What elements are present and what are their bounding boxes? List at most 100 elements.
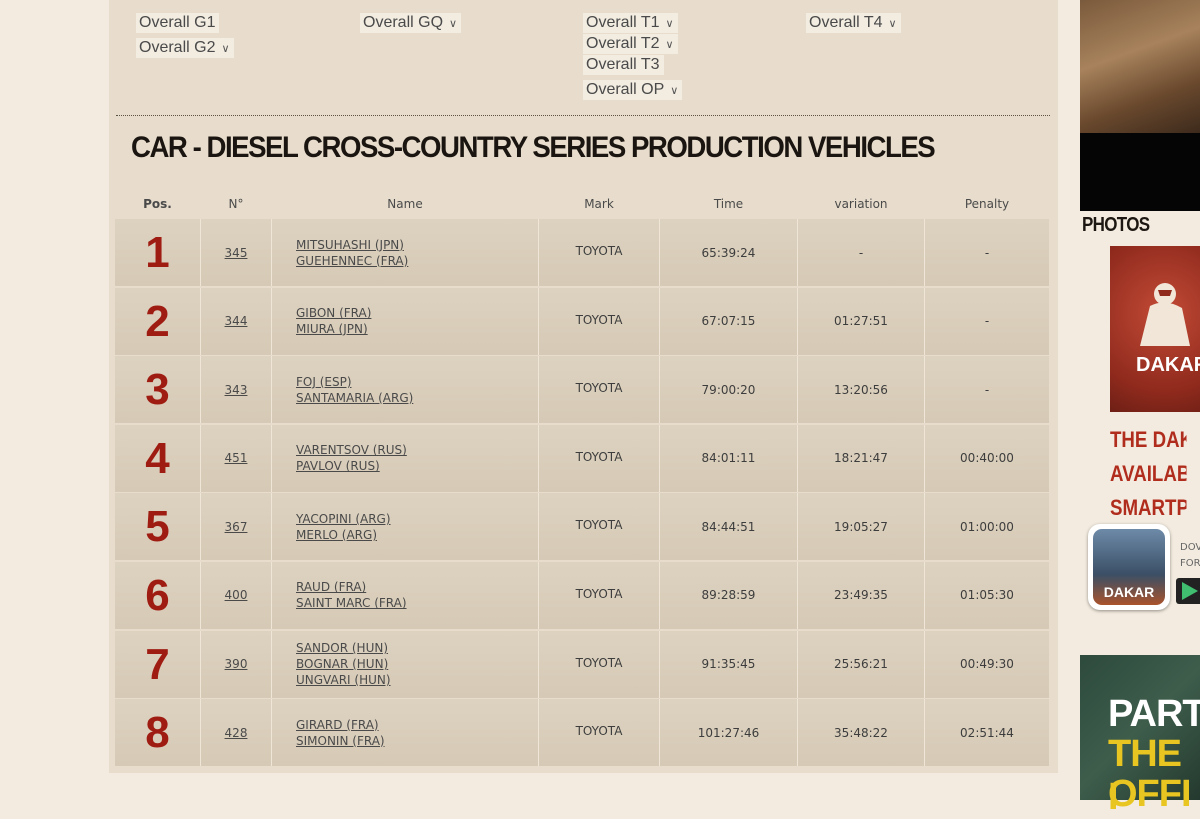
penalty-cell: 01:00:00 <box>925 493 1049 560</box>
vehicle-number-link[interactable]: 428 <box>225 726 248 740</box>
category-dropdown[interactable]: Overall G2 ∨ <box>136 38 234 58</box>
download-line: FOR <box>1180 558 1200 569</box>
vehicle-number-link[interactable]: 344 <box>225 314 248 328</box>
chevron-down-icon: ∨ <box>665 39 674 51</box>
crew-member-link[interactable]: UNGVARI (HUN) <box>296 672 534 688</box>
mark-cell: TOYOTA <box>539 699 660 767</box>
penalty-cell: 01:05:30 <box>925 562 1049 629</box>
mark-cell: TOYOTA <box>539 493 660 561</box>
crew-cell: SANDOR (HUN) BOGNAR (HUN) UNGVARI (HUN) <box>272 630 539 698</box>
crew-member-link[interactable]: SIMONIN (FRA) <box>296 733 534 749</box>
vehicle-number-link[interactable]: 345 <box>225 246 248 260</box>
col-mark: Mark <box>584 197 614 211</box>
sidebar: PHOTOS DAKAR THE DAKA AVAILABL SMARTPH D… <box>1080 0 1200 818</box>
position-cell: 3 <box>115 356 201 424</box>
promo-line: AVAILABL <box>1110 461 1187 486</box>
crew-member-link[interactable]: GIBON (FRA) <box>296 305 534 321</box>
crew-member-link[interactable]: SAINT MARC (FRA) <box>296 595 534 611</box>
col-pos: Pos. <box>143 197 172 211</box>
crew-member-link[interactable]: RAUD (FRA) <box>296 579 534 595</box>
crew-member-link[interactable]: MERLO (ARG) <box>296 527 534 543</box>
variation-cell-value: 25:56:21 <box>834 657 888 672</box>
vehicle-number-link[interactable]: 390 <box>225 657 248 671</box>
app-promo-text[interactable]: THE DAKA AVAILABL SMARTPH <box>1110 423 1187 525</box>
promo-line: SMARTPH <box>1110 495 1187 520</box>
vehicle-number-link[interactable]: 451 <box>225 451 248 465</box>
position-cell: 2 <box>115 287 201 355</box>
mark-cell-value: TOYOTA <box>575 381 623 396</box>
dakar-app-icon[interactable]: DAKAR <box>1088 524 1170 610</box>
advertisement-banner[interactable]: PART THE I OFFI <box>1080 655 1200 818</box>
crew-member-link[interactable]: FOJ (ESP) <box>296 374 534 390</box>
position-cell: 5 <box>115 493 201 561</box>
crew-member-link[interactable]: VARENTSOV (RUS) <box>296 442 534 458</box>
mark-cell-value: TOYOTA <box>575 518 623 533</box>
time-cell: 67:07:15 <box>660 287 798 355</box>
mark-cell: TOYOTA <box>539 287 660 355</box>
time-cell-value: 67:07:15 <box>701 314 756 329</box>
vehicle-number-link[interactable]: 343 <box>225 383 248 397</box>
video-player[interactable] <box>1080 133 1200 211</box>
table-row: 2 344 GIBON (FRA) MIURA (JPN) TOYOTA 67:07:15… <box>115 287 1049 355</box>
variation-cell-value: 01:27:51 <box>834 314 888 329</box>
position-number: 1 <box>145 228 170 277</box>
crew-member-link[interactable]: SANDOR (HUN) <box>296 640 534 656</box>
category-dropdown[interactable]: Overall T2 ∨ <box>583 34 678 54</box>
mark-cell-value: TOYOTA <box>575 586 623 601</box>
crew-member-link[interactable]: MIURA (JPN) <box>296 321 534 337</box>
promo-line: THE DAKA <box>1110 427 1187 452</box>
category-dropdown[interactable]: Overall T3 <box>583 55 664 75</box>
category-selector: Overall G1 Overall G2 ∨ Overall GQ ∨ Overall … <box>109 0 1058 112</box>
penalty-cell: - <box>925 288 1049 355</box>
vehicle-number-link[interactable]: 367 <box>225 520 248 534</box>
mark-cell-value: TOYOTA <box>575 312 623 327</box>
crew-member-link[interactable]: MITSUHASHI (JPN) <box>296 237 534 253</box>
penalty-cell-value: 01:00:00 <box>960 519 1014 534</box>
number-cell: 451 <box>201 424 272 492</box>
mark-cell-value: TOYOTA <box>575 655 623 670</box>
table-row: 7 390 SANDOR (HUN) BOGNAR (HUN) UNGVARI (HUN… <box>115 630 1049 698</box>
crew-member-link[interactable]: GUEHENNEC (FRA) <box>296 253 534 269</box>
crew-member-link[interactable]: BOGNAR (HUN) <box>296 656 534 672</box>
chevron-down-icon: ∨ <box>449 18 458 30</box>
penalty-cell: 02:51:44 <box>925 699 1049 766</box>
photo-thumbnail[interactable] <box>1080 0 1200 133</box>
crew-cell: FOJ (ESP) SANTAMARIA (ARG) <box>272 356 539 424</box>
vehicle-number-link[interactable]: 400 <box>225 588 248 602</box>
chevron-down-icon: ∨ <box>221 43 230 55</box>
position-number: 2 <box>145 296 170 346</box>
category-dropdown[interactable]: Overall T4 ∨ <box>806 13 901 33</box>
penalty-cell: 00:40:00 <box>925 425 1049 492</box>
number-cell: 344 <box>201 287 272 355</box>
variation-cell-value: 19:05:27 <box>834 519 888 534</box>
category-dropdown[interactable]: Overall T1 ∨ <box>583 13 678 33</box>
position-number: 4 <box>145 433 170 483</box>
google-play-icon[interactable] <box>1176 578 1200 604</box>
category-dropdown[interactable]: Overall OP ∨ <box>583 80 683 100</box>
category-label: Overall T4 <box>809 14 883 31</box>
time-cell: 65:39:24 <box>660 219 798 286</box>
position-cell: 1 <box>115 219 201 286</box>
category-dropdown[interactable]: Overall GQ ∨ <box>360 13 462 33</box>
time-cell-value: 91:35:45 <box>701 657 756 672</box>
crew-member-link[interactable]: SANTAMARIA (ARG) <box>296 390 534 406</box>
category-dropdown[interactable]: Overall G1 <box>136 13 220 33</box>
crew-member-link[interactable]: GIRARD (FRA) <box>296 717 534 733</box>
category-label: Overall G1 <box>139 14 216 31</box>
time-cell-value: 65:39:24 <box>701 245 756 260</box>
crew-member-link[interactable]: PAVLOV (RUS) <box>296 458 534 474</box>
number-cell: 345 <box>201 219 272 286</box>
mark-cell-value: TOYOTA <box>575 449 623 464</box>
crew-cell: VARENTSOV (RUS) PAVLOV (RUS) <box>272 424 539 492</box>
number-cell: 343 <box>201 356 272 424</box>
results-panel: Overall G1 Overall G2 ∨ Overall GQ ∨ Overall … <box>109 0 1058 773</box>
variation-cell: 13:20:56 <box>798 356 925 424</box>
download-text[interactable]: DOV FOR <box>1180 540 1200 572</box>
dakar-app-banner[interactable]: DAKAR <box>1110 246 1200 412</box>
variation-cell-value: - <box>858 245 864 260</box>
crew-member-link[interactable]: YACOPINI (ARG) <box>296 511 534 527</box>
section-title: CAR - DIESEL CROSS-COUNTRY SERIES PRODUC… <box>131 131 936 164</box>
mark-cell: TOYOTA <box>539 424 660 492</box>
photos-heading: PHOTOS <box>1082 214 1150 236</box>
variation-cell-value: 18:21:47 <box>834 451 888 466</box>
